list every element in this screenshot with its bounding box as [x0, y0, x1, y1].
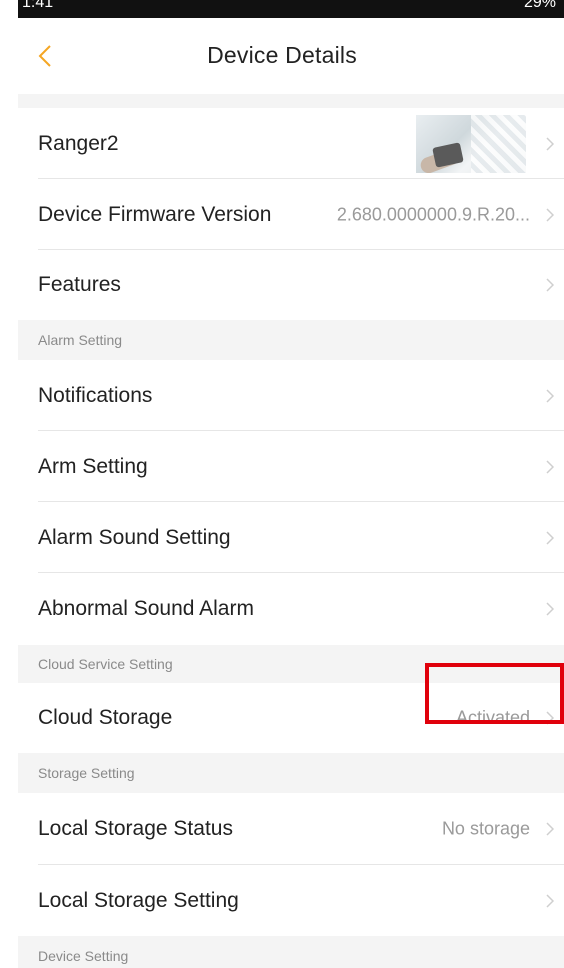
alarm-sound-row[interactable]: Alarm Sound Setting — [18, 502, 564, 573]
local-storage-status-value: No storage — [441, 818, 530, 839]
local-storage-status-label: Local Storage Status — [38, 817, 233, 840]
chevron-right-icon — [544, 206, 556, 224]
firmware-row[interactable]: Device Firmware Version 2.680.0000000.9.… — [18, 179, 564, 250]
chevron-right-icon — [544, 892, 556, 910]
features-label: Features — [38, 273, 121, 296]
chevron-right-icon — [544, 600, 556, 618]
local-storage-setting-label: Local Storage Setting — [38, 888, 239, 912]
notifications-label: Notifications — [38, 383, 153, 407]
device-thumbnail — [416, 114, 526, 173]
firmware-value: 2.680.0000000.9.R.20... — [336, 204, 530, 224]
abnormal-sound-row[interactable]: Abnormal Sound Alarm — [18, 573, 564, 645]
section-header-alarm: Alarm Setting — [18, 320, 564, 360]
status-battery: 29% — [523, 0, 556, 11]
local-storage-setting-row[interactable]: Local Storage Setting — [18, 865, 564, 936]
section-header-device: Device Setting — [18, 936, 564, 968]
section-gap — [18, 94, 564, 108]
arm-setting-row[interactable]: Arm Setting — [18, 431, 564, 502]
arm-setting-label: Arm Setting — [38, 454, 148, 478]
abnormal-sound-label: Abnormal Sound Alarm — [38, 597, 254, 620]
device-name-label: Ranger2 — [38, 131, 119, 155]
alarm-sound-label: Alarm Sound Setting — [38, 525, 231, 549]
local-storage-status-row[interactable]: Local Storage Status No storage — [18, 793, 564, 865]
chevron-right-icon — [544, 458, 556, 476]
device-name-row[interactable]: Ranger2 — [18, 108, 564, 179]
status-bar: 1:41 29% — [18, 0, 564, 18]
device-details-screen: 1:41 29% Device Details Ranger2 Device F… — [0, 0, 564, 968]
chevron-right-icon — [544, 135, 556, 153]
cloud-storage-label: Cloud Storage — [38, 706, 173, 729]
status-time: 1:41 — [22, 0, 54, 11]
features-row[interactable]: Features — [18, 250, 564, 320]
chevron-right-icon — [544, 387, 556, 405]
page-title: Device Details — [207, 42, 357, 68]
section-header-storage: Storage Setting — [18, 753, 564, 793]
chevron-right-icon — [544, 276, 556, 294]
firmware-label: Device Firmware Version — [38, 202, 272, 226]
notifications-row[interactable]: Notifications — [18, 360, 564, 431]
nav-bar: Device Details — [0, 18, 564, 94]
highlight-annotation — [425, 663, 564, 724]
chevron-right-icon — [544, 820, 556, 838]
chevron-right-icon — [544, 529, 556, 547]
